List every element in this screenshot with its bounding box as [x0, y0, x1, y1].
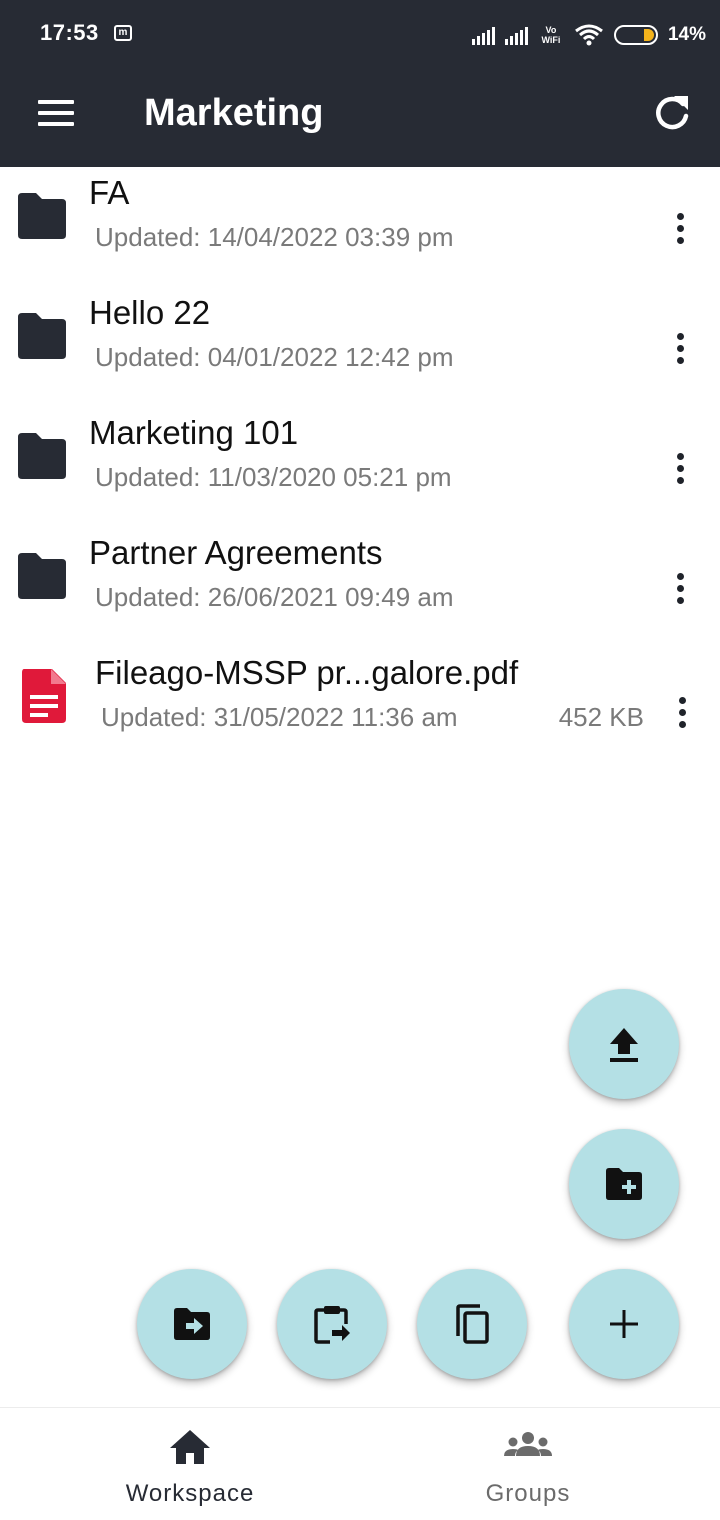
- folder-icon: [18, 313, 66, 359]
- item-updated: Updated: 11/03/2020 05:21 pm: [95, 462, 452, 492]
- wifi-icon: [575, 24, 603, 46]
- screen: 17:53 m Vo WiFi 14% Marketing FA Updated…: [0, 0, 720, 1520]
- item-name: Fileago-MSSP pr...galore.pdf: [95, 654, 519, 691]
- item-name: Hello 22: [89, 294, 211, 331]
- home-icon: [170, 1430, 210, 1464]
- cell-signal-2-icon: [504, 25, 528, 45]
- item-updated: Updated: 26/06/2021 09:49 am: [95, 582, 454, 612]
- more-options-icon[interactable]: [668, 449, 694, 489]
- list-item-folder[interactable]: FA Updated: 14/04/2022 03:39 pm: [0, 167, 720, 287]
- app-bar: Marketing: [0, 70, 720, 167]
- item-name: Marketing 101: [89, 414, 299, 451]
- vowifi-icon: Vo WiFi: [541, 25, 561, 45]
- status-icons: Vo WiFi 14%: [471, 20, 706, 50]
- notification-icon: m: [114, 25, 132, 41]
- create-folder-button[interactable]: [569, 1129, 679, 1239]
- tab-workspace-label: Workspace: [125, 1480, 255, 1507]
- tab-workspace[interactable]: Workspace: [10, 1408, 370, 1520]
- groups-icon: [504, 1432, 552, 1456]
- bottom-navigation: Workspace Groups: [0, 1407, 720, 1520]
- add-icon: [610, 1310, 638, 1338]
- folder-icon: [18, 553, 66, 599]
- list-item-folder[interactable]: Marketing 101 Updated: 11/03/2020 05:21 …: [0, 407, 720, 527]
- paste-icon: [314, 1306, 350, 1344]
- item-updated: Updated: 04/01/2022 12:42 pm: [95, 342, 454, 372]
- page-title: Marketing: [144, 92, 324, 134]
- move-button[interactable]: [137, 1269, 247, 1379]
- upload-icon: [610, 1028, 638, 1062]
- create-folder-icon: [606, 1168, 642, 1200]
- list-item-folder[interactable]: Partner Agreements Updated: 26/06/2021 0…: [0, 527, 720, 647]
- list-item-file[interactable]: Fileago-MSSP pr...galore.pdf Updated: 31…: [0, 647, 720, 767]
- copy-button[interactable]: [417, 1269, 527, 1379]
- pdf-file-icon: [22, 669, 66, 723]
- add-button[interactable]: [569, 1269, 679, 1379]
- copy-icon: [456, 1304, 489, 1344]
- more-options-icon[interactable]: [668, 209, 694, 249]
- item-updated: Updated: 31/05/2022 11:36 am: [101, 702, 458, 732]
- item-size: 452 KB: [558, 702, 644, 732]
- cell-signal-icon: [471, 25, 495, 45]
- status-bar: 17:53 m Vo WiFi 14%: [0, 0, 720, 70]
- folder-icon: [18, 193, 66, 239]
- upload-button[interactable]: [569, 989, 679, 1099]
- more-options-icon[interactable]: [668, 569, 694, 609]
- item-name: FA: [89, 174, 130, 211]
- battery-icon: [613, 25, 658, 45]
- item-name: Partner Agreements: [89, 534, 383, 571]
- hamburger-menu-icon[interactable]: [36, 96, 76, 130]
- paste-button[interactable]: [277, 1269, 387, 1379]
- status-time: 17:53: [40, 20, 99, 45]
- tab-groups-label: Groups: [485, 1480, 571, 1507]
- tab-groups[interactable]: Groups: [348, 1408, 708, 1520]
- refresh-icon[interactable]: [652, 92, 692, 132]
- battery-percent: 14%: [667, 24, 706, 45]
- list-item-folder[interactable]: Hello 22 Updated: 04/01/2022 12:42 pm: [0, 287, 720, 407]
- more-options-icon[interactable]: [668, 329, 694, 369]
- move-to-folder-icon: [174, 1308, 210, 1340]
- item-updated: Updated: 14/04/2022 03:39 pm: [95, 222, 454, 252]
- more-options-icon[interactable]: [670, 693, 696, 733]
- battery-level: [643, 29, 654, 41]
- folder-icon: [18, 433, 66, 479]
